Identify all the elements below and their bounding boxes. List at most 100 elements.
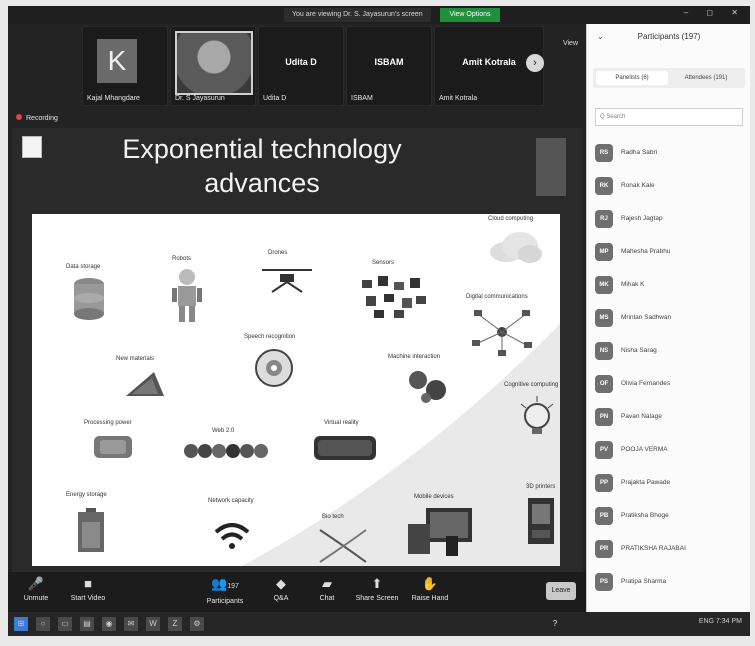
avatar: MS: [595, 309, 613, 327]
video-tile-jayasurun[interactable]: Dr. S Jayasurun: [170, 26, 256, 106]
browser-icon[interactable]: ◉: [102, 617, 116, 631]
system-tray[interactable]: ENG 7:34 PM: [699, 618, 742, 625]
raise-hand-button[interactable]: ✋ Raise Hand: [410, 576, 450, 602]
tech-label-cloud-computing: Cloud computing: [488, 216, 534, 222]
record-dot-icon: [16, 114, 22, 120]
participant-name: Dr. S Jayasurun: [175, 95, 225, 102]
help-icon[interactable]: ?: [548, 617, 562, 631]
participant-row[interactable]: MK Mihak K: [595, 274, 745, 298]
vr-headset-icon: [314, 436, 376, 460]
tech-label-energy-storage: Energy storage: [66, 492, 107, 498]
tech-label-new-materials: New materials: [116, 356, 155, 362]
tab-panelists[interactable]: Panelists (6): [596, 71, 668, 85]
participant-row[interactable]: RK Ronak Kale: [595, 175, 745, 199]
chat-label: Chat: [319, 595, 335, 602]
avatar: PB: [595, 507, 613, 525]
video-tile-isbam[interactable]: ISBAM ISBAM: [346, 26, 432, 106]
participant-row[interactable]: RJ Rajesh Jagtap: [595, 208, 745, 232]
slide-content: Data storage Robots Drones Sensors Cloud…: [32, 214, 560, 566]
next-page-icon[interactable]: ›: [526, 54, 544, 72]
wifi-icon: [214, 523, 250, 549]
qa-button[interactable]: ◆ Q&A: [266, 576, 296, 602]
share-screen-button[interactable]: ⬆ Share Screen: [354, 576, 400, 602]
participant-name: Ronak Kale: [621, 182, 655, 189]
avatar: K: [97, 39, 137, 83]
participant-row[interactable]: OF Olivia Fernandes: [595, 373, 745, 397]
camera-video: [175, 31, 253, 95]
participants-count: 197: [227, 583, 239, 590]
tech-label-network-capacity: Network capacity: [208, 498, 254, 504]
participant-name: Mahesha Prabhu: [621, 248, 671, 255]
video-gallery: K Kajal Mhangdare Dr. S Jayasurun Udita …: [82, 26, 544, 108]
gears-icon: [409, 371, 446, 403]
participant-row[interactable]: MP Mahesha Prabhu: [595, 241, 745, 265]
tab-attendees[interactable]: Attendees (191): [670, 71, 742, 85]
participant-tabs: Panelists (6) Attendees (191): [593, 68, 745, 88]
search-input[interactable]: Q Search: [595, 108, 743, 126]
cloud-icon: [490, 232, 542, 263]
search-icon[interactable]: ○: [36, 617, 50, 631]
settings-icon[interactable]: ⚙: [190, 617, 204, 631]
recording-indicator: Recording: [16, 114, 58, 122]
participant-name: Olivia Fernandes: [621, 380, 671, 387]
word-icon[interactable]: W: [146, 617, 160, 631]
shared-screen: Exponential technology advances Data sto…: [12, 128, 582, 572]
tech-label-processing-power: Processing power: [84, 420, 132, 426]
unmute-button[interactable]: 🎤 Unmute: [16, 576, 56, 602]
view-button[interactable]: View: [563, 40, 578, 47]
share-screen-icon: ⬆: [371, 576, 383, 591]
tech-label-3d-printers: 3D printers: [526, 484, 556, 490]
avatar: RJ: [595, 210, 613, 228]
lightbulb-icon: [520, 396, 554, 434]
mail-icon[interactable]: ✉: [124, 617, 138, 631]
participant-name: Rajesh Jagtap: [621, 215, 663, 222]
microphone-muted-icon: 🎤: [27, 576, 45, 591]
file-explorer-icon[interactable]: ▤: [80, 617, 94, 631]
share-screen-label: Share Screen: [355, 595, 399, 602]
tech-label-cognitive-computing: Cognitive computing: [504, 382, 559, 388]
participant-row[interactable]: PB Pratiksha Bhoge: [595, 505, 745, 529]
meeting-toolbar: 🎤 Unmute ■ Start Video 👥197 Participants ◆ Q…: [8, 572, 586, 612]
participant-row[interactable]: NS Nisha Sarag: [595, 340, 745, 364]
window-controls[interactable]: – ◻ ✕: [684, 8, 746, 17]
dna-icon: [319, 529, 367, 563]
raise-hand-icon: ✋: [421, 576, 439, 591]
avatar: PS: [595, 573, 613, 591]
processor-icon: [94, 436, 132, 458]
participant-row[interactable]: MS Mrinlan Sadhwan: [595, 307, 745, 331]
participant-name: Prajakta Pawade: [621, 479, 671, 486]
participant-row[interactable]: RS Radha Sabri: [595, 142, 745, 166]
network-hub-icon: [472, 310, 532, 356]
participants-button[interactable]: 👥197 Participants: [202, 576, 248, 605]
participant-name: PRATIKSHA RAJABAI: [621, 545, 686, 552]
start-video-button[interactable]: ■ Start Video: [64, 576, 112, 602]
chat-button[interactable]: ▰ Chat: [312, 576, 342, 602]
participant-name: Radha Sabri: [621, 149, 658, 156]
video-tile-kajal[interactable]: K Kajal Mhangdare: [82, 26, 168, 106]
sensors-icon: [362, 276, 426, 318]
participants-panel: ⌄ Participants (197) Panelists (6) Atten…: [586, 24, 750, 612]
participant-row[interactable]: PP Prajakta Pawade: [595, 472, 745, 496]
os-taskbar: ⊞ ○ ▭ ▤ ◉ ✉ W Z ⚙ ? ENG 7:34 PM: [8, 612, 750, 636]
leave-button[interactable]: Leave: [546, 582, 576, 600]
recording-label: Recording: [26, 115, 58, 122]
participant-name: ISBAM: [351, 95, 373, 102]
avatar: RS: [595, 144, 613, 162]
tech-label-drones: Drones: [268, 250, 288, 256]
participant-row[interactable]: PR PRATIKSHA RAJABAI: [595, 538, 745, 562]
zoom-app-icon[interactable]: Z: [168, 617, 182, 631]
participant-row[interactable]: PV POOJA VERMA: [595, 439, 745, 463]
start-video-label: Start Video: [70, 595, 106, 602]
task-view-icon[interactable]: ▭: [58, 617, 72, 631]
participant-name: Udita D: [263, 95, 287, 102]
participants-icon: 👥197: [211, 576, 239, 591]
participant-row[interactable]: PS Pratipa Sharma: [595, 571, 745, 595]
devices-icon: [408, 508, 472, 556]
avatar: NS: [595, 342, 613, 360]
video-tile-udita[interactable]: Udita D Udita D: [258, 26, 344, 106]
start-menu-icon[interactable]: ⊞: [14, 617, 28, 631]
participant-row[interactable]: PN Pavan Nalage: [595, 406, 745, 430]
raise-hand-label: Raise Hand: [411, 595, 449, 602]
tech-label-digital-communications: Digital communications: [466, 294, 528, 300]
view-options-button[interactable]: View Options: [440, 8, 500, 22]
